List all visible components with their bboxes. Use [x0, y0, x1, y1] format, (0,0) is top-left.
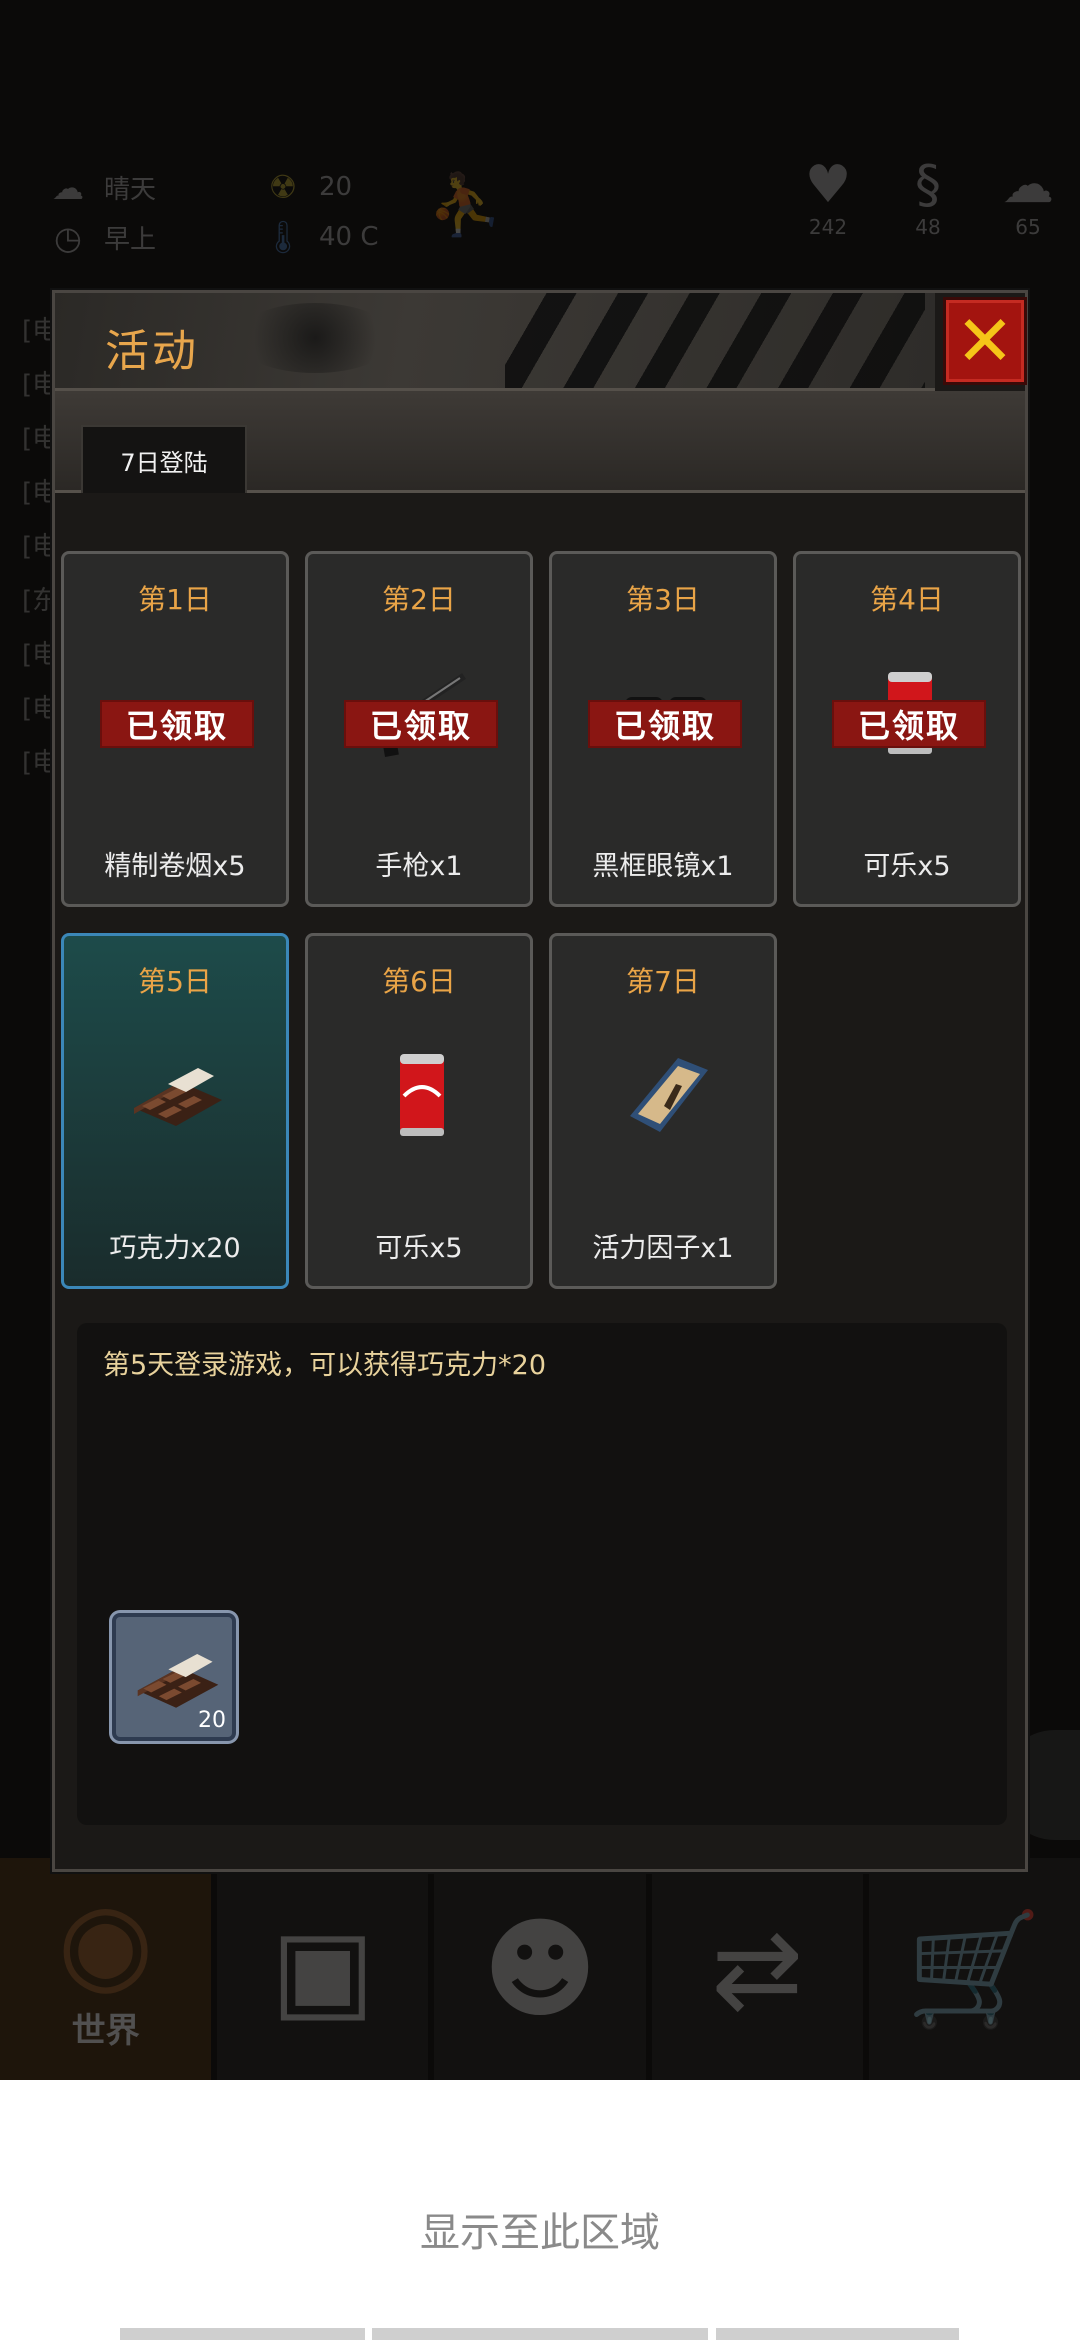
- day-card-2[interactable]: 第2日已领取手枪x1: [305, 551, 533, 907]
- nav-tab-inventory[interactable]: ▣: [217, 1858, 429, 2080]
- close-button[interactable]: ✕: [943, 297, 1027, 385]
- footer-bar-left: [120, 2328, 365, 2340]
- heart-icon: ♥: [804, 155, 852, 215]
- day-card-item-name: 精制卷烟x5: [104, 851, 246, 882]
- brain-icon: ☁: [1002, 155, 1054, 215]
- cloud-sun-icon: ☁: [52, 168, 84, 207]
- dialog-title-bar: 活动: [55, 293, 935, 391]
- close-icon: ✕: [955, 300, 1015, 382]
- game-screen: ☁ 晴天 ◷ 早上 ☢ 20 🌡 40 C ⛹ ♥ 242 § 48 ☁ 65: [0, 0, 1080, 2080]
- footer-bar-right: [716, 2328, 959, 2340]
- day-card-6[interactable]: 第6日可乐x5: [305, 933, 533, 1289]
- reward-description: 第5天登录游戏，可以获得巧克力*20: [103, 1350, 547, 1381]
- day-card-7[interactable]: 第7日活力因子x1: [549, 933, 777, 1289]
- radiation-status: ☢ 20: [265, 168, 353, 206]
- day-card-day-label: 第4日: [870, 583, 944, 616]
- vitality-box-icon: [616, 1036, 716, 1146]
- stomach-icon: §: [915, 155, 941, 215]
- day-card-4[interactable]: 第4日已领取可乐x5: [793, 551, 1021, 907]
- weather-label: 晴天: [104, 175, 157, 205]
- chocolate-icon: [128, 1036, 228, 1146]
- sanity-value: 65: [1015, 215, 1041, 239]
- day-card-5[interactable]: 第5日巧克力x20: [61, 933, 289, 1289]
- temperature-status: 🌡 40 C: [262, 218, 379, 256]
- day-card-item-name: 黑框眼镜x1: [592, 851, 734, 882]
- status-hud: ☁ 晴天 ◷ 早上 ☢ 20 🌡 40 C ⛹ ♥ 242 § 48 ☁ 65: [0, 155, 1080, 275]
- nav-tab-world-label: 世界: [71, 2010, 140, 2051]
- health-value: 242: [808, 215, 848, 239]
- day-card-item-name: 可乐x5: [375, 1233, 463, 1264]
- footer-bar-center: [372, 2328, 708, 2340]
- temperature-value: 40 C: [319, 222, 379, 252]
- dialog-title: 活动: [105, 326, 199, 377]
- cola-can-icon: [372, 1036, 472, 1146]
- exchange-icon: ⇄: [711, 1905, 804, 2033]
- day-card-day-label: 第2日: [382, 583, 456, 616]
- hunger-stat: § 48: [888, 155, 968, 239]
- hunger-value: 48: [915, 215, 941, 239]
- thermometer-icon: 🌡: [262, 218, 304, 256]
- tab-7day-login[interactable]: 7日登陆: [81, 425, 247, 493]
- clock-icon: ◷: [54, 218, 82, 257]
- footer-text: 显示至此区域: [420, 2210, 660, 2256]
- nav-tab-world[interactable]: ◉ 世界: [0, 1858, 212, 2080]
- cart-icon: 🛒: [905, 1905, 1043, 2033]
- claimed-stamp: 已领取: [102, 702, 252, 746]
- tab-strip: 7日登陆: [55, 391, 1025, 493]
- head-gear-icon: ☻: [482, 1905, 598, 2033]
- claimed-stamp: 已领取: [346, 702, 496, 746]
- day-card-item-name: 可乐x5: [863, 851, 951, 882]
- footer-area: 显示至此区域: [0, 2080, 1080, 2340]
- nav-tab-shop[interactable]: 🛒: [868, 1858, 1080, 2080]
- day-card-item-name: 活力因子x1: [592, 1233, 734, 1264]
- radiation-icon: ☢: [268, 168, 298, 206]
- claimed-stamp: 已领取: [590, 702, 740, 746]
- day-card-day-label: 第5日: [138, 965, 212, 998]
- day-card-1[interactable]: 第1日已领取精制卷烟x5: [61, 551, 289, 907]
- claimed-stamp: 已领取: [834, 702, 984, 746]
- character-body-icon[interactable]: ⛹: [420, 155, 510, 255]
- chocolate-icon: [137, 1654, 219, 1708]
- briefcase-icon: ▣: [270, 1905, 375, 2033]
- globe-icon: ◉: [57, 1877, 154, 2006]
- activity-dialog: 活动 ✕ 7日登陆 第1日 已领取 精制卷烟x5 第2日 已领取 手枪x1 第3日 已领取 黑框…: [52, 290, 1028, 1872]
- time-status: ◷ 早上: [50, 218, 157, 257]
- day-card-day-label: 第1日: [138, 583, 212, 616]
- bottom-nav: ◉ 世界 ▣ ☻ ⇄ 🛒: [0, 1858, 1080, 2080]
- day-card-item-name: 手枪x1: [375, 851, 463, 882]
- radiation-value: 20: [319, 172, 353, 202]
- weather-status: ☁ 晴天: [50, 168, 157, 207]
- nav-tab-skills[interactable]: ☻: [434, 1858, 646, 2080]
- time-label: 早上: [104, 225, 157, 255]
- description-panel: 第5天登录游戏，可以获得巧克力*20 20: [77, 1323, 1007, 1825]
- day-card-day-label: 第3日: [626, 583, 700, 616]
- nav-tab-trade[interactable]: ⇄: [651, 1858, 863, 2080]
- reward-item-slot[interactable]: 20: [112, 1613, 236, 1741]
- day-card-3[interactable]: 第3日已领取黑框眼镜x1: [549, 551, 777, 907]
- day-card-day-label: 第6日: [382, 965, 456, 998]
- day-card-day-label: 第7日: [626, 965, 700, 998]
- sanity-stat: ☁ 65: [988, 155, 1068, 239]
- reward-count: 20: [198, 1708, 226, 1733]
- day-card-item-name: 巧克力x20: [109, 1233, 241, 1264]
- health-stat: ♥ 242: [788, 155, 868, 239]
